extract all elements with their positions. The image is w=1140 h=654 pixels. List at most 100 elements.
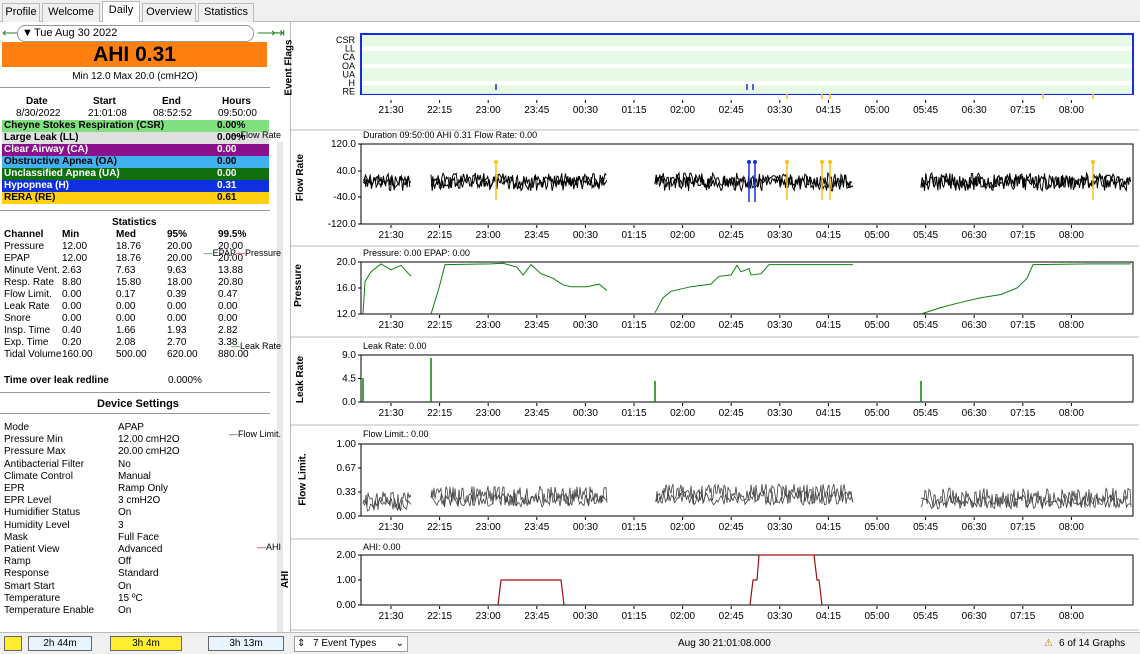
y-tick-label: 20.0 bbox=[337, 257, 357, 268]
tab-daily[interactable]: Daily bbox=[102, 1, 140, 22]
color-swatch[interactable] bbox=[4, 636, 22, 651]
tab-overview[interactable]: Overview bbox=[142, 3, 196, 22]
x-tick-label: 01:15 bbox=[621, 320, 646, 331]
stats-cell: 12.00 bbox=[62, 241, 88, 252]
legend-swatch: — bbox=[230, 341, 240, 351]
event-name: RERA (RE) bbox=[4, 192, 56, 203]
stats-cell: 0.17 bbox=[116, 289, 136, 300]
time-button-3[interactable]: 3h 13m bbox=[208, 636, 284, 651]
x-tick-label: 07:15 bbox=[1010, 230, 1035, 241]
setting-value: APAP bbox=[118, 422, 144, 433]
stats-cell: 18.76 bbox=[116, 241, 142, 252]
graph-legend: —EPAP—Pressure bbox=[204, 248, 281, 258]
graph-legend: —Flow Rate bbox=[231, 130, 281, 140]
x-tick-label: 04:15 bbox=[816, 408, 841, 419]
scrollbar[interactable] bbox=[277, 142, 283, 632]
setting-label: Humidifier Status bbox=[4, 507, 81, 519]
event-row: Large Leak (LL) 0.00% bbox=[2, 132, 269, 144]
x-tick-label: 00:30 bbox=[573, 230, 598, 241]
leak-redline-label: Time over leak redline bbox=[4, 375, 109, 386]
y-tick-label: 1.00 bbox=[337, 575, 357, 586]
x-tick-label: 02:00 bbox=[670, 320, 695, 331]
x-tick-label: 08:00 bbox=[1059, 611, 1084, 622]
y-tick-label: 12.0 bbox=[337, 309, 357, 320]
stats-cell: 1.93 bbox=[167, 325, 187, 336]
x-tick-label: 05:00 bbox=[864, 230, 889, 241]
stats-cell: EPAP bbox=[4, 253, 30, 264]
graphs-canvas[interactable]: CSRLLCAOAUAHRE21:30 22:15 23:00 23:45 00:30 0… bbox=[291, 22, 1139, 632]
time-button-1[interactable]: 2h 44m bbox=[28, 636, 92, 651]
x-tick-label: 01:15 bbox=[621, 611, 646, 622]
setting-value: 20.00 cmH2O bbox=[118, 446, 180, 458]
pressure-ylabel: Pressure bbox=[292, 264, 304, 307]
x-tick-label: 22:15 bbox=[427, 320, 452, 331]
x-tick-label: 07:15 bbox=[1010, 320, 1035, 331]
x-tick-label: 08:00 bbox=[1059, 522, 1084, 533]
event-name: Cheyne Stokes Respiration (CSR) bbox=[4, 120, 165, 131]
session-header-start: Start bbox=[93, 96, 116, 107]
re-event-dot bbox=[820, 160, 824, 164]
setting-value: Ramp Only bbox=[118, 483, 169, 494]
x-tick-label: 23:45 bbox=[524, 522, 549, 533]
flow-title: Duration 09:50:00 AHI 0.31 Flow Rate: 0.… bbox=[363, 130, 538, 140]
y-tick-label: -120.0 bbox=[328, 219, 357, 230]
session-date: 8/30/2022 bbox=[16, 108, 61, 119]
stats-cell: 20.00 bbox=[167, 241, 193, 252]
ahi-ylabel: AHI bbox=[280, 570, 292, 589]
x-tick-label: 08:00 bbox=[1059, 320, 1084, 331]
date-picker[interactable]: ▼ Tue Aug 30 2022 bbox=[17, 25, 254, 42]
dropdown-triangle-icon: ▼ bbox=[22, 27, 33, 39]
stats-cell: 13.88 bbox=[218, 265, 244, 276]
left-panel: ⟵ ▼ Tue Aug 30 2022 ⟶ ⇥ AHI 0.31 Min 12.… bbox=[0, 22, 287, 632]
x-tick-label: 05:00 bbox=[864, 105, 889, 116]
tab-statistics[interactable]: Statistics bbox=[198, 3, 254, 22]
event-value: 0.31 bbox=[217, 180, 237, 191]
event-name: Large Leak (LL) bbox=[4, 132, 79, 143]
x-tick-label: 21:30 bbox=[378, 105, 403, 116]
x-tick-label: 08:00 bbox=[1059, 408, 1084, 419]
x-tick-label: 23:00 bbox=[476, 408, 501, 419]
tab-profile[interactable]: Profile bbox=[2, 3, 40, 22]
x-tick-label: 02:45 bbox=[719, 320, 744, 331]
x-tick-label: 23:45 bbox=[524, 408, 549, 419]
stats-cell: Leak Rate bbox=[4, 301, 50, 312]
x-tick-label: 02:45 bbox=[719, 611, 744, 622]
setting-label: Antibacterial Filter bbox=[4, 458, 85, 470]
event-types-label: 7 Event Types bbox=[313, 638, 377, 649]
session-hours: 09:50:00 bbox=[218, 108, 257, 119]
tab-welcome[interactable]: Welcome bbox=[42, 3, 100, 22]
x-tick-label: 05:00 bbox=[864, 320, 889, 331]
stats-cell: 15.80 bbox=[116, 277, 142, 288]
x-tick-label: 07:15 bbox=[1010, 522, 1035, 533]
event-types-dropdown[interactable]: ⇕ 7 Event Types ⌄ bbox=[294, 636, 408, 652]
flag-row-label: RE bbox=[342, 87, 355, 97]
flag-band bbox=[362, 89, 1132, 94]
next-day-arrow-icon[interactable]: ⟶ bbox=[257, 25, 276, 41]
x-tick-label: 22:15 bbox=[427, 105, 452, 116]
x-tick-label: 05:00 bbox=[864, 408, 889, 419]
graphs-count[interactable]: 6 of 14 Graphs bbox=[1059, 638, 1125, 649]
stats-header: Med bbox=[116, 229, 136, 240]
x-tick-label: 07:15 bbox=[1010, 611, 1035, 622]
x-tick-label: 07:15 bbox=[1010, 105, 1035, 116]
x-tick-label: 06:30 bbox=[962, 230, 987, 241]
stats-cell: 0.00 bbox=[167, 313, 187, 324]
time-button-2[interactable]: 3h 4m bbox=[110, 636, 182, 651]
x-tick-label: 02:45 bbox=[719, 230, 744, 241]
stats-header: 99.5% bbox=[218, 229, 247, 240]
tab-bar: Profile Welcome Daily Overview Statistic… bbox=[0, 0, 1140, 22]
x-tick-label: 05:45 bbox=[913, 522, 938, 533]
setting-value: No bbox=[118, 458, 131, 470]
x-tick-label: 02:45 bbox=[719, 105, 744, 116]
flowlim-title: Flow Limit.: 0.00 bbox=[363, 429, 429, 439]
legend-label: Flow Rate bbox=[240, 130, 281, 140]
event-value: 0.00 bbox=[217, 168, 237, 179]
pressure-title: Pressure: 0.00 EPAP: 0.00 bbox=[363, 248, 470, 258]
leak-ylabel: Leak Rate bbox=[295, 355, 307, 404]
x-tick-label: 02:00 bbox=[670, 105, 695, 116]
stats-cell: 0.40 bbox=[62, 325, 82, 336]
stats-cell: 0.00 bbox=[218, 313, 238, 324]
h-event-dot bbox=[753, 160, 757, 164]
stats-cell: 0.00 bbox=[167, 301, 187, 312]
stats-cell: Resp. Rate bbox=[4, 277, 55, 288]
